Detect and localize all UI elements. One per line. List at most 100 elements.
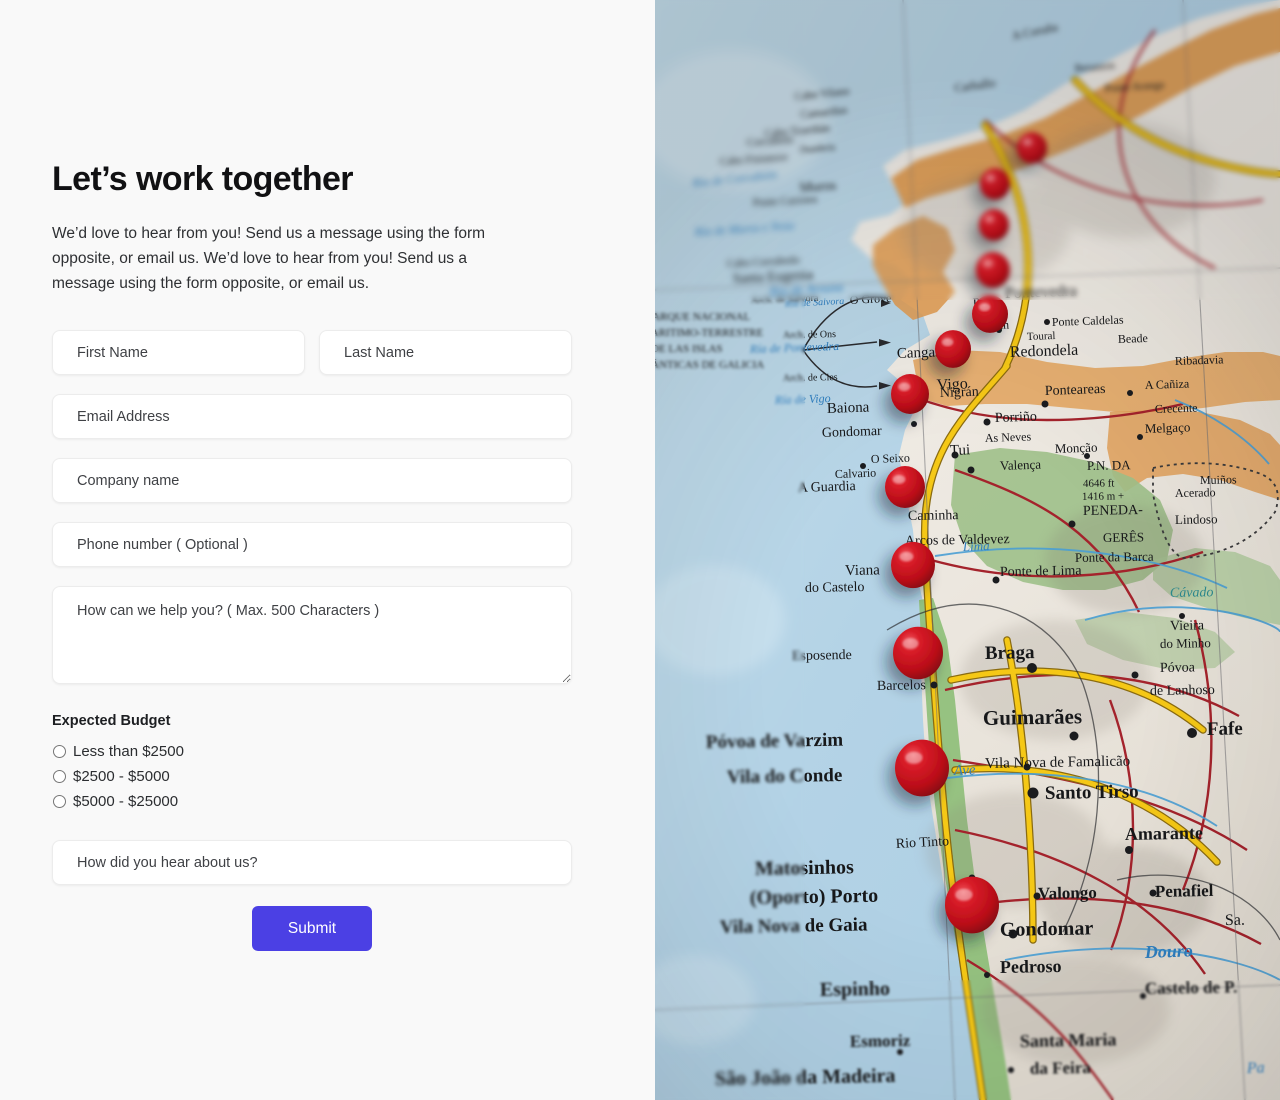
map-place-label: PARQUE NACIONAL bbox=[655, 311, 750, 323]
map-place-label: Acerado bbox=[1175, 485, 1216, 500]
map-place-label: Ribadavia bbox=[1175, 352, 1225, 368]
budget-radio-1[interactable] bbox=[53, 745, 66, 759]
map-pin bbox=[972, 295, 1008, 333]
map-place-label: Matosinhos bbox=[755, 856, 854, 880]
first-name-input[interactable] bbox=[52, 330, 305, 376]
map-place-label: Esposende bbox=[792, 648, 852, 664]
map-pin bbox=[935, 330, 971, 368]
map-place-label: Douro bbox=[1143, 940, 1193, 962]
page-title: Let’s work together bbox=[52, 160, 354, 198]
budget-option-3[interactable]: $5000 - $25000 bbox=[52, 789, 572, 814]
budget-option-2[interactable]: $2500 - $5000 bbox=[52, 764, 572, 789]
map-place-label: (Oporto) Porto bbox=[750, 885, 879, 909]
budget-option-1-label[interactable]: Less than $2500 bbox=[73, 743, 184, 760]
map-place-label: Arch. de Cies bbox=[783, 372, 838, 384]
map-place-label: Nigrán bbox=[940, 385, 979, 401]
budget-option-1[interactable]: Less than $2500 bbox=[52, 739, 572, 764]
map-pin bbox=[893, 626, 943, 680]
map-pin bbox=[891, 374, 929, 414]
phone-number-input[interactable] bbox=[52, 522, 572, 568]
budget-option-3-label[interactable]: $5000 - $25000 bbox=[73, 793, 178, 810]
map-place-label: Beade bbox=[1118, 331, 1148, 346]
map-place-label: Gondomar bbox=[1000, 917, 1094, 941]
map-place-label: O Seixo bbox=[871, 451, 910, 466]
map-place-label: Cávado bbox=[1170, 585, 1214, 601]
map-place-label: Guimarães bbox=[983, 704, 1083, 730]
email-input[interactable] bbox=[52, 394, 572, 440]
name-row bbox=[52, 330, 572, 394]
referral-input[interactable] bbox=[52, 840, 572, 886]
map-place-label: de Lanhoso bbox=[1150, 683, 1215, 699]
map-place-label: Lima bbox=[962, 538, 991, 554]
map-place-label: Amarante bbox=[1125, 823, 1203, 844]
map-place-label: As Neves bbox=[985, 429, 1032, 445]
map-place-label: Valença bbox=[1000, 457, 1042, 473]
map-pin bbox=[945, 876, 999, 934]
map-place-label: 4646 ft bbox=[1083, 477, 1115, 490]
map-place-label: Gondomar bbox=[822, 424, 883, 441]
map-pin bbox=[976, 252, 1010, 288]
map-place-label: Tui bbox=[950, 442, 971, 459]
map-place-label: Rio Tinto bbox=[895, 834, 949, 852]
map-place-label: Vila Nova de Famalicão bbox=[985, 753, 1131, 772]
map-place-label: Penafiel bbox=[1155, 881, 1214, 901]
budget-option-2-label[interactable]: $2500 - $5000 bbox=[73, 768, 170, 785]
map-pin bbox=[1017, 132, 1047, 164]
map-place-label: Ría de Vigo bbox=[774, 391, 831, 407]
map-place-label: Vila do Conde bbox=[727, 765, 843, 788]
contact-form-panel: Let’s work together We’d love to hear fr… bbox=[0, 0, 655, 1100]
map-place-label: Santa Maria bbox=[1020, 1029, 1117, 1051]
map-place-label: Cangas bbox=[897, 344, 942, 362]
map-pin bbox=[979, 209, 1009, 241]
map-place-label: Ponteareas bbox=[1045, 382, 1106, 399]
map-place-label: DE LAS ISLAS bbox=[655, 343, 723, 355]
referral-wrap bbox=[52, 840, 572, 886]
map-place-label: Melgaço bbox=[1145, 419, 1191, 436]
message-textarea[interactable] bbox=[52, 586, 572, 685]
map-pin bbox=[980, 168, 1010, 200]
map-place-label: Ponte de Lima bbox=[1000, 564, 1083, 580]
map-place-label: Sa. bbox=[1225, 912, 1245, 929]
submit-wrap: Submit bbox=[52, 906, 572, 952]
map-place-label: A Cañiza bbox=[1145, 376, 1190, 392]
budget-radio-3[interactable] bbox=[53, 795, 66, 809]
map-place-label: MARITIMO-TERRESTRE bbox=[655, 327, 764, 339]
map-place-label: PENEDA- bbox=[1083, 503, 1143, 519]
map-pin bbox=[895, 739, 949, 797]
map-place-label: GERÊS bbox=[1103, 529, 1144, 545]
map-place-label: Toural bbox=[1027, 330, 1056, 343]
map-place-label: ATLÁNTICAS DE GALICIA bbox=[655, 359, 764, 371]
map-place-label: Baiona bbox=[827, 400, 870, 417]
submit-button[interactable]: Submit bbox=[252, 906, 372, 952]
map-place-label: Valongo bbox=[1038, 883, 1097, 903]
map-place-label: Ave bbox=[953, 762, 977, 779]
map-place-label: Fafe bbox=[1207, 718, 1243, 740]
map-place-label: Caminha bbox=[908, 508, 960, 524]
map-place-label: Porriño bbox=[995, 410, 1037, 426]
budget-radio-2[interactable] bbox=[53, 770, 66, 784]
map-place-label: da Feira bbox=[1030, 1058, 1092, 1078]
map-place-label: Braga bbox=[985, 642, 1035, 664]
map-place-label: Barcelos bbox=[877, 678, 926, 694]
last-name-input[interactable] bbox=[319, 330, 572, 376]
company-name-input[interactable] bbox=[52, 458, 572, 504]
map-place-label: Ponte Caldelas bbox=[1052, 312, 1124, 329]
map-pin bbox=[885, 466, 925, 508]
map-place-label: Lindoso bbox=[1175, 511, 1218, 527]
map-pin bbox=[891, 541, 935, 589]
map-place-label: A Guardia bbox=[798, 479, 857, 496]
map-place-label: Vieira bbox=[1170, 618, 1205, 634]
map-place-label: Pa bbox=[1246, 1059, 1265, 1077]
map-place-label: São João da Madeira bbox=[715, 1065, 896, 1090]
contact-form: Expected Budget Less than $2500 $2500 - … bbox=[52, 330, 572, 952]
map-place-label: O Grove bbox=[849, 291, 891, 307]
map-place-label: Espinho bbox=[820, 978, 890, 1001]
map-photograph: Cabo Vilano Camariñas Cabo Touriñán Dumbría… bbox=[655, 0, 1280, 1100]
page-description: We’d love to hear from you! Send us a me… bbox=[52, 225, 486, 293]
map-place-label: do Castelo bbox=[805, 580, 865, 596]
map-place-label: Redondela bbox=[1010, 342, 1079, 361]
map-place-label: do Minho bbox=[1160, 635, 1211, 651]
map-place-label: Muiños bbox=[1200, 472, 1237, 487]
map-place-label: Monção bbox=[1055, 440, 1098, 456]
map-image: Cabo VilanoCamariñasCabo TouriñánDumbría… bbox=[655, 0, 1280, 1100]
